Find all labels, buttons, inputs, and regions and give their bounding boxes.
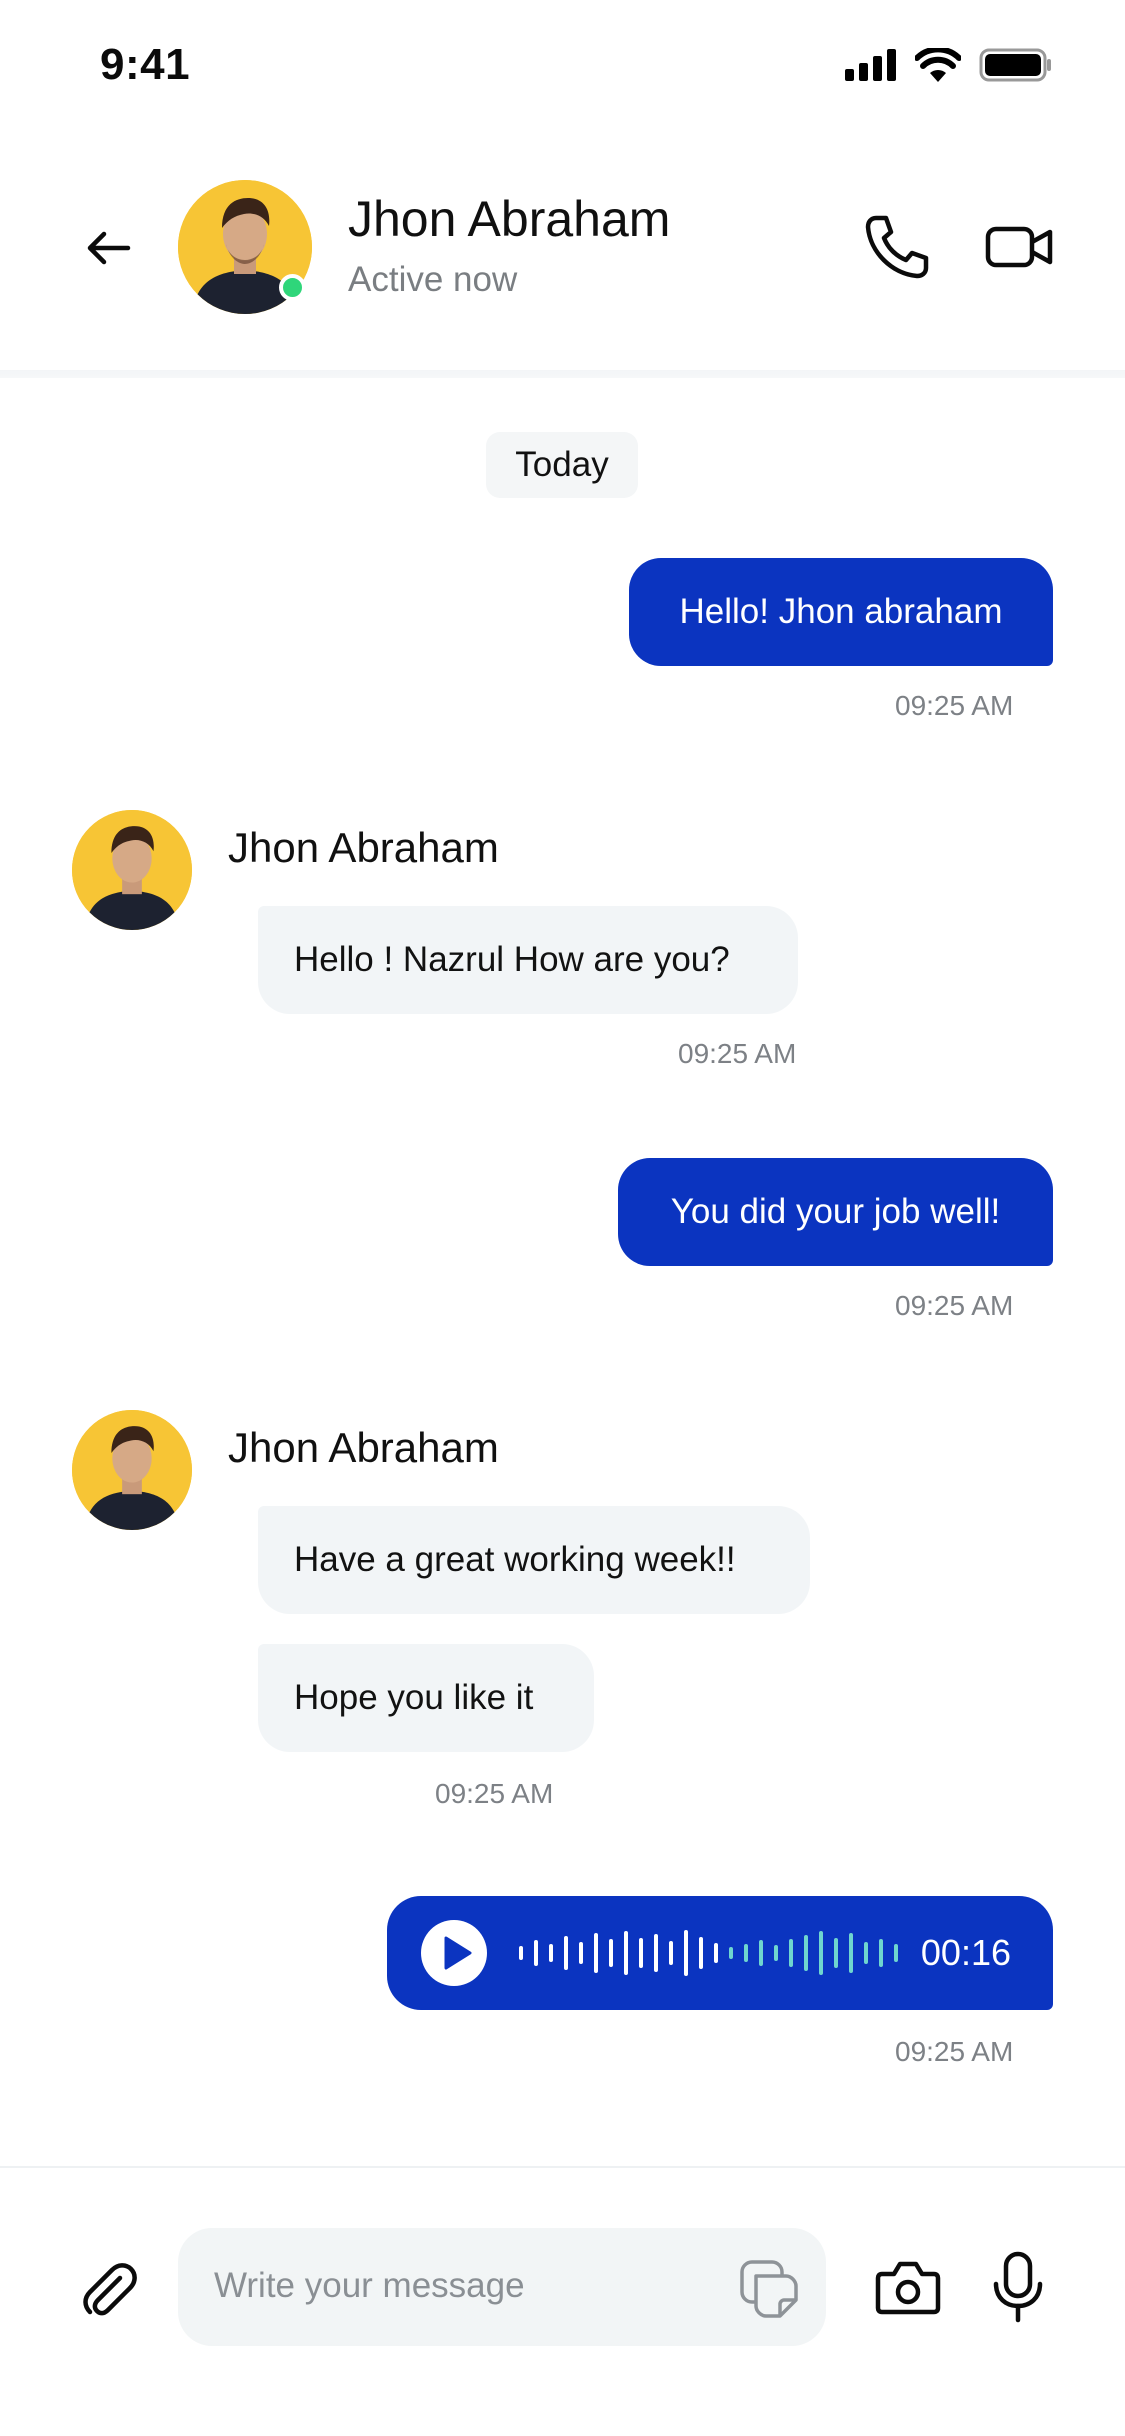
- sender-avatar[interactable]: [72, 1410, 192, 1530]
- waveform-bar: [699, 1937, 703, 1969]
- waveform-bar: [864, 1942, 868, 1964]
- signal-icon: [845, 49, 896, 81]
- paperclip-icon[interactable]: [78, 2258, 140, 2320]
- outgoing-message-bubble[interactable]: You did your job well!: [618, 1158, 1053, 1266]
- contact-name[interactable]: Jhon Abraham: [348, 190, 670, 248]
- message-input[interactable]: Write your message: [178, 2228, 826, 2346]
- incoming-message-bubble[interactable]: Have a great working week!!: [258, 1506, 810, 1614]
- waveform-bar: [654, 1934, 658, 1972]
- waveform-bar: [804, 1935, 808, 1971]
- waveform-bar: [819, 1931, 823, 1975]
- back-arrow-icon[interactable]: [82, 222, 134, 274]
- waveform-bar: [774, 1945, 778, 1961]
- waveform-bar: [879, 1939, 883, 1967]
- contact-status: Active now: [348, 260, 518, 299]
- composer-divider: [0, 2166, 1125, 2168]
- waveform-bar: [894, 1944, 898, 1962]
- waveform-bar: [789, 1939, 793, 1967]
- waveform-bar: [624, 1931, 628, 1975]
- waveform-bar: [519, 1946, 523, 1960]
- phone-icon[interactable]: [862, 212, 932, 282]
- sticker-icon[interactable]: [738, 2258, 800, 2320]
- waveform-bar: [744, 1944, 748, 1962]
- waveform-bar: [849, 1933, 853, 1973]
- chat-header: [0, 150, 1125, 375]
- message-time: 09:25 AM: [895, 2036, 1014, 2067]
- date-divider: Today: [486, 432, 638, 498]
- sender-avatar[interactable]: [72, 810, 192, 930]
- waveform-bar: [684, 1930, 688, 1976]
- waveform-bar: [534, 1940, 538, 1966]
- video-camera-icon[interactable]: [984, 212, 1056, 282]
- play-icon: [444, 1936, 472, 1970]
- message-time: 09:25 AM: [895, 690, 1014, 721]
- waveform-bar: [579, 1942, 583, 1964]
- waveform-bar: [564, 1936, 568, 1970]
- waveform-bar: [609, 1939, 613, 1967]
- message-time: 09:25 AM: [435, 1778, 554, 1809]
- play-button[interactable]: [421, 1920, 487, 1986]
- wifi-icon: [915, 48, 961, 82]
- person-portrait-icon: [72, 810, 192, 930]
- waveform-bar: [639, 1938, 643, 1968]
- sender-name: Jhon Abraham: [228, 824, 499, 871]
- message-time: 09:25 AM: [895, 1290, 1014, 1321]
- person-portrait-icon: [72, 1410, 192, 1530]
- incoming-message-bubble[interactable]: Hello ! Nazrul How are you?: [258, 906, 798, 1014]
- waveform-bar: [729, 1947, 733, 1959]
- sender-name: Jhon Abraham: [228, 1424, 499, 1471]
- waveform-bar: [669, 1941, 673, 1965]
- waveform-bar: [714, 1943, 718, 1963]
- battery-icon: [979, 48, 1051, 82]
- status-icons: [845, 48, 1053, 82]
- voice-duration: 00:16: [920, 1932, 1011, 1973]
- outgoing-message-bubble[interactable]: Hello! Jhon abraham: [629, 558, 1053, 666]
- waveform-bar: [759, 1940, 763, 1966]
- message-time: 09:25 AM: [678, 1038, 797, 1069]
- message-input-placeholder: Write your message: [214, 2266, 525, 2305]
- audio-waveform[interactable]: [519, 1918, 898, 1988]
- online-status-dot: [279, 274, 306, 301]
- voice-message-bubble[interactable]: 00:16: [387, 1896, 1053, 2010]
- incoming-message-bubble[interactable]: Hope you like it: [258, 1644, 594, 1752]
- microphone-icon[interactable]: [990, 2250, 1046, 2324]
- waveform-bar: [834, 1938, 838, 1968]
- waveform-bar: [549, 1944, 553, 1962]
- waveform-bar: [594, 1933, 598, 1973]
- status-time: 9:41: [100, 40, 191, 89]
- camera-icon[interactable]: [874, 2254, 942, 2320]
